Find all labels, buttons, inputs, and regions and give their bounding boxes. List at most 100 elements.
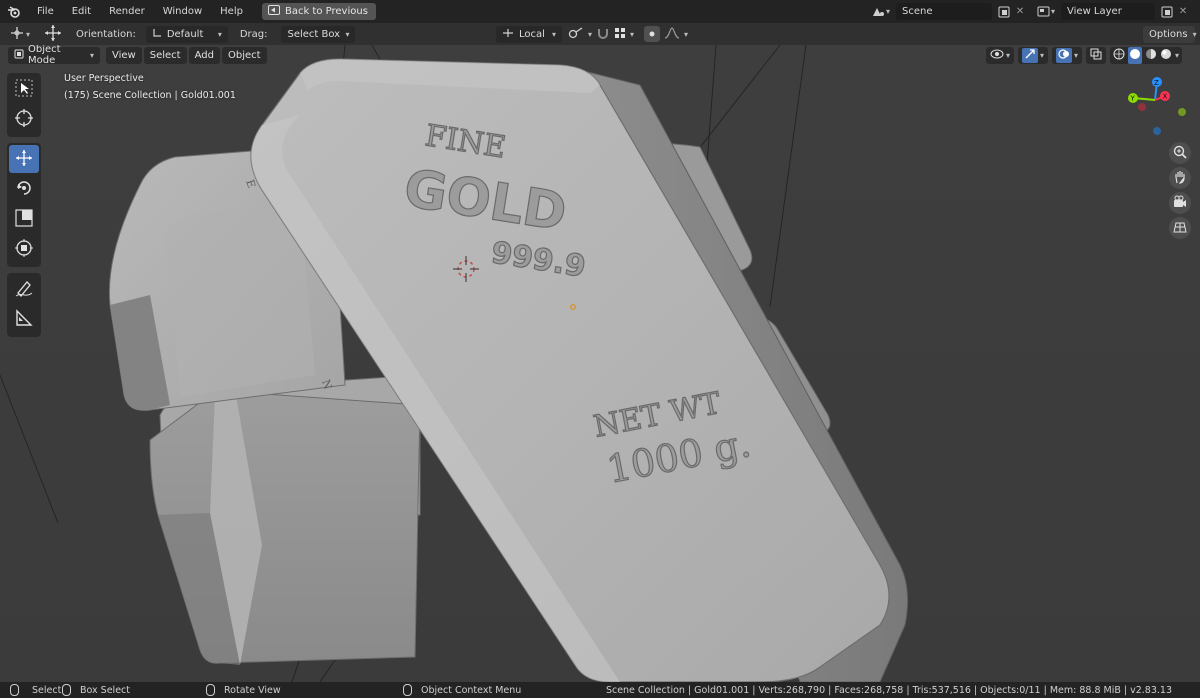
pivot-icon bbox=[502, 28, 514, 41]
scene-name-field[interactable]: Scene bbox=[896, 3, 993, 20]
menu-window[interactable]: Window bbox=[154, 0, 211, 23]
cursor-icon bbox=[14, 108, 34, 131]
status-select-label: Select bbox=[32, 684, 62, 696]
measure-icon bbox=[14, 308, 34, 331]
chevron-down-icon[interactable]: ▾ bbox=[1175, 51, 1179, 60]
scale-icon bbox=[14, 208, 34, 231]
pan-button[interactable] bbox=[1169, 167, 1191, 189]
options-dropdown[interactable]: Options ▾ bbox=[1143, 25, 1197, 43]
scene-icon[interactable] bbox=[870, 4, 886, 20]
rendered-shading-icon[interactable] bbox=[1160, 48, 1172, 63]
gizmo-icon bbox=[1022, 47, 1039, 63]
chevron-down-icon: ▾ bbox=[551, 29, 556, 39]
add-menu[interactable]: Add bbox=[188, 46, 220, 64]
chevron-down-icon: ▾ bbox=[89, 50, 94, 60]
grid-icon bbox=[1173, 221, 1187, 236]
move-tool-button[interactable] bbox=[9, 145, 39, 173]
measure-tool-button[interactable] bbox=[9, 305, 39, 333]
ortho-toggle-button[interactable] bbox=[1169, 217, 1191, 239]
mouse-middle-icon bbox=[206, 684, 215, 696]
chevron-down-icon: ▾ bbox=[217, 29, 222, 39]
perspective-label: User Perspective bbox=[64, 73, 144, 84]
view-layer-icon[interactable] bbox=[1035, 4, 1051, 20]
solid-shading-icon[interactable] bbox=[1128, 46, 1143, 64]
select-cursor-icon bbox=[15, 79, 33, 100]
falloff-curve-icon[interactable] bbox=[664, 26, 680, 42]
status-box-select-label: Box Select bbox=[80, 684, 130, 696]
back-icon bbox=[267, 5, 280, 18]
options-label: Options bbox=[1149, 28, 1188, 40]
menu-render[interactable]: Render bbox=[100, 0, 154, 23]
orientation-value: Default bbox=[166, 28, 204, 40]
drag-value: Select Box bbox=[287, 28, 341, 40]
annotate-tool-button[interactable] bbox=[9, 275, 39, 303]
orientation-dropdown[interactable]: Default ▾ bbox=[145, 25, 228, 43]
back-to-previous-button[interactable]: Back to Previous bbox=[261, 3, 376, 20]
xray-toggle[interactable] bbox=[1086, 46, 1107, 64]
chevron-down-icon[interactable]: ▾ bbox=[684, 30, 688, 39]
status-context-menu: Object Context Menu bbox=[403, 684, 521, 696]
drag-dropdown[interactable]: Select Box ▾ bbox=[281, 25, 356, 43]
svg-text:X: X bbox=[1163, 93, 1168, 101]
object-mode-dropdown[interactable]: Object Mode ▾ bbox=[8, 45, 100, 66]
rotate-tool-button[interactable] bbox=[9, 175, 39, 203]
close-icon[interactable]: ✕ bbox=[1175, 4, 1191, 20]
scale-tool-button[interactable] bbox=[9, 205, 39, 233]
menu-edit[interactable]: Edit bbox=[63, 0, 100, 23]
rotate-icon bbox=[14, 178, 34, 201]
editor-type-selector[interactable]: ▾ bbox=[0, 26, 40, 43]
snap-link-icon[interactable] bbox=[568, 26, 584, 43]
transform-tool-button[interactable] bbox=[9, 235, 39, 263]
tool-group-transform bbox=[7, 143, 41, 267]
chevron-down-icon: ▾ bbox=[25, 29, 30, 39]
scene-statistics: Scene Collection | Gold01.001 | Verts:26… bbox=[605, 684, 1172, 696]
new-scene-icon[interactable] bbox=[996, 4, 1012, 20]
visibility-dropdown[interactable]: ▾ bbox=[986, 46, 1015, 64]
select-tool-button[interactable] bbox=[9, 75, 39, 103]
move-tool-icon[interactable] bbox=[44, 24, 62, 45]
object-mode-label: Object Mode bbox=[28, 45, 61, 66]
collection-info-label: (175) Scene Collection | Gold01.001 bbox=[64, 90, 236, 101]
chevron-down-icon[interactable]: ▾ bbox=[588, 30, 592, 39]
close-icon[interactable]: ✕ bbox=[1012, 4, 1028, 20]
pivot-dropdown[interactable]: Local ▾ bbox=[496, 25, 562, 43]
chevron-down-icon: ▾ bbox=[1040, 50, 1045, 60]
select-menu[interactable]: Select bbox=[143, 46, 187, 64]
transform-all-icon bbox=[14, 238, 34, 261]
3d-viewport[interactable]: E N FINE GOLD 999.9 NET WT 1000 g. Z X Y… bbox=[0, 45, 1200, 682]
chevron-down-icon[interactable]: ▾ bbox=[630, 30, 634, 39]
material-shading-icon[interactable] bbox=[1145, 48, 1157, 63]
shading-buttons: ▾ bbox=[1110, 46, 1183, 64]
tool-shelf bbox=[7, 73, 41, 343]
blender-logo-icon[interactable] bbox=[0, 0, 28, 23]
view-menu[interactable]: View bbox=[106, 46, 142, 64]
move-icon bbox=[14, 148, 34, 171]
chevron-down-icon[interactable]: ▾ bbox=[886, 7, 890, 16]
mouse-right-icon bbox=[403, 684, 412, 696]
orientation-axes-icon bbox=[152, 28, 162, 41]
overlay-toggle[interactable]: ▾ bbox=[1052, 46, 1083, 64]
new-view-layer-icon[interactable] bbox=[1159, 4, 1175, 20]
cursor-tool-button[interactable] bbox=[9, 105, 39, 133]
status-rotate-view: Rotate View bbox=[206, 684, 281, 696]
status-select: Select bbox=[10, 684, 61, 696]
proportional-edit-icon[interactable] bbox=[644, 26, 661, 42]
camera-view-button[interactable] bbox=[1169, 192, 1191, 214]
annotate-icon bbox=[14, 278, 34, 301]
pivot-value: Local bbox=[519, 28, 545, 40]
svg-text:Y: Y bbox=[1130, 95, 1136, 103]
menu-help[interactable]: Help bbox=[211, 0, 252, 23]
zoom-icon bbox=[1173, 145, 1187, 162]
gizmo-toggle[interactable]: ▾ bbox=[1018, 46, 1049, 64]
overlay-icon bbox=[1056, 47, 1073, 63]
chevron-down-icon[interactable]: ▾ bbox=[1051, 7, 1055, 16]
object-menu[interactable]: Object bbox=[221, 46, 267, 64]
tool-group-annotate bbox=[7, 273, 41, 337]
menu-file[interactable]: File bbox=[28, 0, 63, 23]
zoom-button[interactable] bbox=[1169, 142, 1191, 164]
snap-grid-icon[interactable] bbox=[614, 27, 626, 42]
view-layer-name-field[interactable]: View Layer bbox=[1061, 3, 1156, 20]
top-menu-bar: File Edit Render Window Help Back to Pre… bbox=[0, 0, 1200, 23]
wireframe-shading-icon[interactable] bbox=[1113, 48, 1125, 63]
snap-magnet-icon[interactable] bbox=[596, 26, 610, 43]
